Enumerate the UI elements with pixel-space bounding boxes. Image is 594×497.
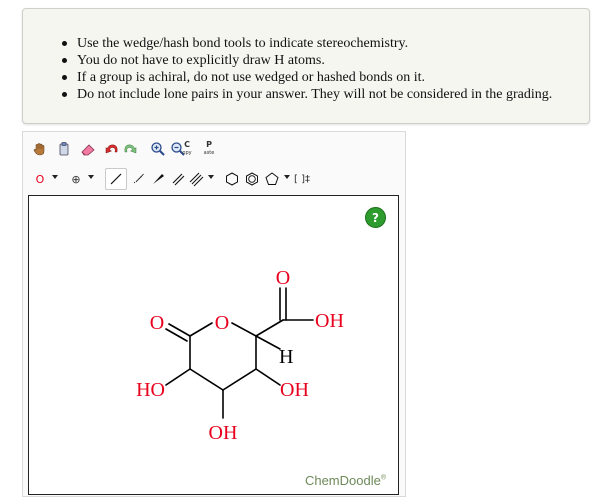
bond-c5-c4	[222, 368, 257, 391]
eraser-icon[interactable]	[77, 138, 99, 160]
bond-c6-h	[255, 335, 281, 350]
bond-c2-carbonyl-o-b	[165, 328, 188, 342]
paste-label-top: P	[206, 140, 212, 149]
copy-label-bottom: opy	[182, 150, 192, 156]
dropdown-arrow-icon[interactable]	[52, 175, 58, 179]
toolbar-row-2: O ⊕ []‡	[23, 166, 405, 192]
atom-selector[interactable]: O	[29, 168, 58, 190]
molecule-drawing: O O O OH H HO OH OH	[136, 267, 344, 444]
instructions-panel: Use the wedge/hash bond tools to indicat…	[22, 8, 590, 124]
bond-o1-c6	[231, 322, 257, 337]
lasso-icon[interactable]	[53, 138, 75, 160]
atom-bottom-hydroxyl: OH	[209, 422, 238, 444]
atom-acid-oxygen: O	[276, 267, 290, 289]
bond-c2-o1	[189, 322, 213, 337]
redo-icon[interactable]	[119, 138, 141, 160]
instruction-item: If a group is achiral, do not use wedged…	[61, 69, 552, 86]
drawing-canvas[interactable]: ? O O O OH H HO OH OH ChemDoodle®	[28, 195, 399, 495]
dropdown-arrow-icon[interactable]	[284, 175, 290, 179]
atom-right-hydroxyl: OH	[280, 379, 309, 401]
bracket-button[interactable]: [ ]‡	[291, 168, 313, 190]
atom-selector-label: O	[35, 172, 45, 186]
instruction-item: Use the wedge/hash bond tools to indicat…	[61, 35, 552, 52]
charge-label: ⊕	[71, 172, 81, 186]
bond-c2-carbonyl-o-a	[168, 323, 191, 337]
charge-button[interactable]: ⊕	[65, 168, 94, 190]
single-bond-button[interactable]	[105, 168, 127, 190]
copy-label-top: C	[184, 140, 190, 149]
bond-c5-oh	[255, 368, 281, 386]
hash-bond-icon[interactable]	[127, 168, 149, 190]
instructions-list: Use the wedge/hash bond tools to indicat…	[61, 35, 553, 103]
atom-ring-oxygen: O	[215, 312, 229, 334]
bond-c4-c3	[189, 368, 224, 391]
paste-button[interactable]: P aste	[199, 138, 219, 160]
dropdown-arrow-icon[interactable]	[208, 175, 214, 179]
dropdown-arrow-icon[interactable]	[88, 175, 94, 179]
brand-name: ChemDoodle	[304, 473, 381, 488]
brand-mark: ®	[380, 474, 386, 482]
bracket-label: [ ]‡	[294, 173, 310, 185]
atom-carbonyl-oxygen: O	[150, 312, 164, 334]
bond-c6-cooh	[255, 319, 284, 337]
paste-label-bottom: aste	[203, 150, 215, 156]
instruction-item: You do not have to explicitly draw H ato…	[61, 52, 552, 69]
bond-c3-oh	[165, 368, 191, 386]
atom-left-hydroxyl: HO	[136, 379, 165, 401]
atom-acid-hydroxyl: OH	[315, 310, 344, 332]
cyclohexane-icon[interactable]	[221, 168, 243, 190]
instruction-item: Do not include lone pairs in your answer…	[61, 87, 553, 102]
zoom-in-icon[interactable]	[147, 138, 169, 160]
toolbar-row-1: C opy P aste	[23, 136, 405, 162]
atom-hydrogen: H	[279, 346, 293, 368]
cyclopentane-icon[interactable]	[261, 168, 290, 190]
chemdoodle-editor: C opy P aste O ⊕ []‡ ? O O O OH H HO OH…	[22, 131, 406, 497]
chemdoodle-brand: ChemDoodle®	[305, 473, 386, 488]
copy-button[interactable]: C opy	[177, 138, 197, 160]
hand-icon[interactable]	[29, 138, 51, 160]
wedge-bond-icon[interactable]	[147, 168, 169, 190]
triple-bond-icon[interactable]	[185, 168, 214, 190]
benzene-icon[interactable]	[241, 168, 263, 190]
